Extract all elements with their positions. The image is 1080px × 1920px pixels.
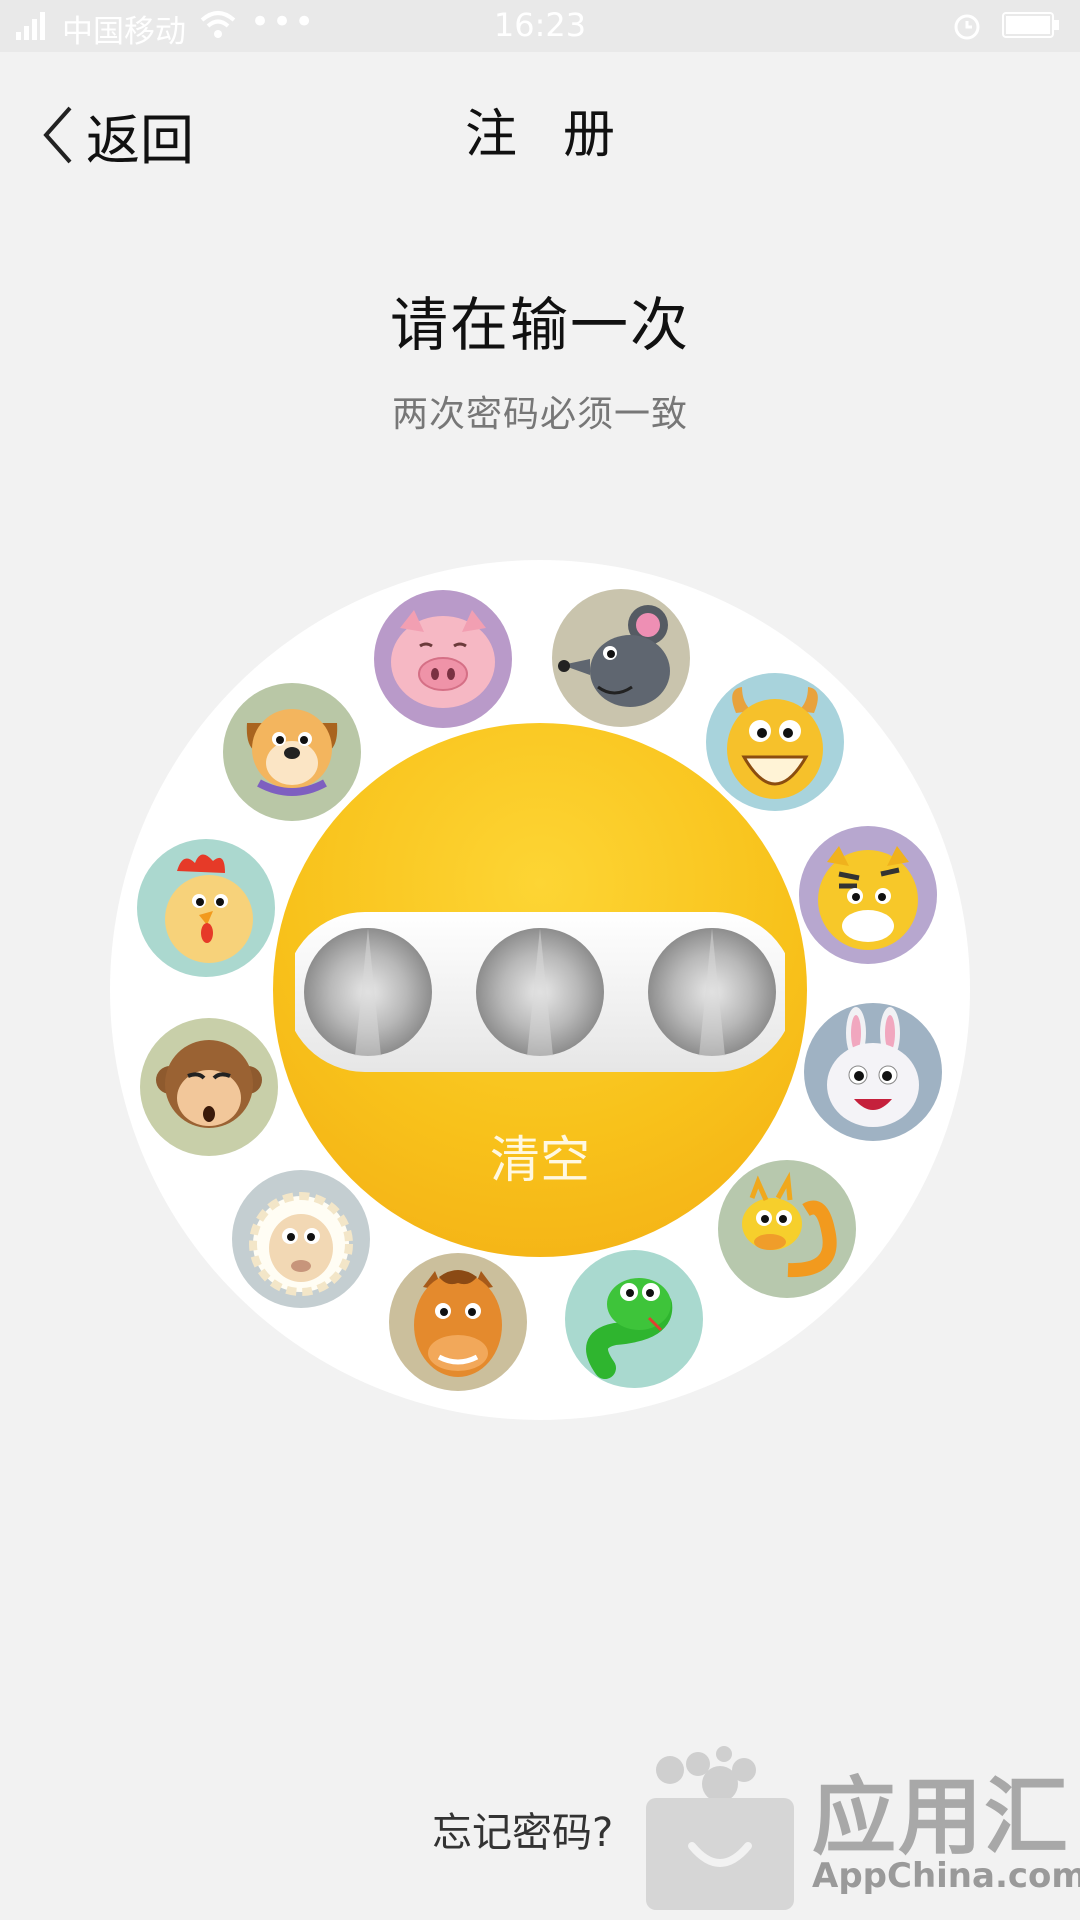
appchina-watermark: 应用汇 AppChina.com (640, 1740, 1080, 1920)
tiger-icon (818, 846, 918, 950)
zodiac-monkey-button[interactable] (140, 1018, 278, 1156)
goat-icon (249, 1192, 353, 1296)
horse-icon (414, 1270, 502, 1377)
prompt-title: 请在输一次 (389, 291, 690, 359)
clear-button[interactable]: 清空 (440, 1120, 640, 1192)
zodiac-tiger-button[interactable] (799, 826, 937, 964)
rabbit-icon (827, 1007, 919, 1127)
zodiac-rabbit-button[interactable] (804, 1003, 942, 1141)
pig-icon (391, 610, 495, 708)
password-slots-graphic (295, 912, 785, 1072)
zodiac-rat-button[interactable] (552, 589, 690, 727)
zodiac-dog-button[interactable] (223, 683, 361, 821)
zodiac-goat-button[interactable] (232, 1170, 370, 1308)
zodiac-pig-button[interactable] (374, 590, 512, 728)
status-bar: 中国移动 ••• 16:23 (0, 0, 1080, 52)
zodiac-rooster-button[interactable] (137, 839, 275, 977)
monkey-icon (156, 1040, 262, 1128)
watermark-brand: 应用汇 (812, 1768, 1071, 1866)
clock: 16:23 (493, 6, 587, 44)
rooster-icon (165, 854, 253, 963)
dragon-icon (742, 1171, 837, 1278)
forgot-password-link[interactable]: 忘记密码? (432, 1800, 613, 1858)
password-slots (295, 912, 785, 1072)
rat-icon (558, 605, 670, 707)
alarm-icon (954, 14, 980, 40)
dog-icon (246, 709, 338, 796)
snake-icon (586, 1278, 673, 1379)
prompt-subtitle: 两次密码必须一致 (391, 394, 688, 435)
zodiac-snake-button[interactable] (565, 1250, 703, 1388)
shopping-bag-logo (646, 1746, 794, 1910)
ox-icon (727, 687, 823, 799)
zodiac-dragon-button[interactable] (718, 1160, 856, 1298)
watermark-domain: AppChina.com (812, 1856, 1080, 1896)
battery-icon (1002, 12, 1059, 38)
page-title: 注册 (464, 105, 661, 165)
zodiac-horse-button[interactable] (389, 1253, 527, 1391)
zodiac-ox-button[interactable] (706, 673, 844, 811)
